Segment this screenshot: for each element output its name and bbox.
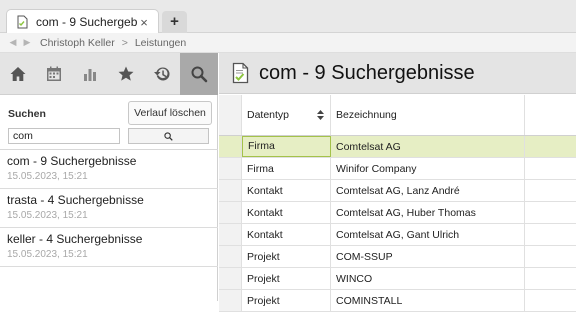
history-icon	[154, 67, 170, 81]
calendar-icon	[47, 66, 61, 81]
history-item[interactable]: com - 9 Suchergebnisse 15.05.2023, 15:21	[0, 150, 218, 189]
row-gutter	[219, 246, 242, 267]
left-panel: Suchen Verlauf löschen com com - 9 Suche…	[0, 53, 218, 301]
table-row[interactable]: Kontakt Comtelsat AG, Gant Ulrich	[219, 224, 576, 246]
tab-search-results[interactable]: com - 9 Suchergebnisse ×	[6, 9, 159, 34]
home-icon	[10, 67, 26, 81]
cell-datentyp[interactable]: Kontakt	[242, 202, 331, 223]
breadcrumb-item[interactable]: Christoph Keller	[40, 37, 115, 49]
table-body: Firma Comtelsat AG Firma Winifor Company Kon…	[219, 136, 576, 312]
cell-bezeichnung[interactable]: Comtelsat AG, Huber Thomas	[331, 202, 525, 223]
cell-datentyp[interactable]: Firma	[242, 158, 331, 179]
table-header: Datentyp Bezeichnung	[219, 95, 576, 136]
home-button[interactable]	[0, 53, 36, 95]
table-row[interactable]: Projekt WINCO	[219, 268, 576, 290]
back-icon[interactable]: ◀	[6, 37, 20, 48]
chart-icon	[84, 69, 96, 81]
table-row[interactable]: Projekt COMINSTALL	[219, 290, 576, 312]
column-header-bezeichnung[interactable]: Bezeichnung	[331, 95, 525, 135]
cell-filler	[525, 136, 576, 157]
table-row[interactable]: Kontakt Comtelsat AG, Huber Thomas	[219, 202, 576, 224]
cell-filler	[525, 158, 576, 179]
toolbar	[0, 53, 218, 95]
cell-bezeichnung[interactable]: Winifor Company	[331, 158, 525, 179]
close-icon[interactable]: ×	[138, 15, 150, 30]
cell-bezeichnung[interactable]: Comtelsat AG, Gant Ulrich	[331, 224, 525, 245]
document-icon	[17, 15, 28, 29]
search-label: Suchen	[8, 108, 46, 120]
cell-bezeichnung[interactable]: Comtelsat AG, Lanz André	[331, 180, 525, 201]
cell-datentyp[interactable]: Kontakt	[242, 224, 331, 245]
search-input[interactable]: com	[8, 128, 120, 144]
history-item-date: 15.05.2023, 15:21	[7, 249, 88, 260]
cell-filler	[525, 268, 576, 289]
cell-filler	[525, 224, 576, 245]
row-gutter	[219, 158, 242, 179]
tab-bar: com - 9 Suchergebnisse × +	[0, 0, 576, 34]
history-button[interactable]	[144, 53, 180, 95]
breadcrumb-separator: >	[121, 36, 128, 49]
calendar-button[interactable]	[36, 53, 72, 95]
cell-bezeichnung[interactable]: Comtelsat AG	[331, 136, 525, 157]
cell-filler	[525, 202, 576, 223]
column-header-datentyp[interactable]: Datentyp	[242, 95, 331, 135]
results-table: Datentyp Bezeichnung Firma Comtelsat AG Fi…	[219, 95, 576, 312]
new-tab-button[interactable]: +	[162, 11, 187, 33]
tab-title: com - 9 Suchergebnisse	[36, 15, 138, 29]
cell-bezeichnung[interactable]: COM-SSUP	[331, 246, 525, 267]
forward-icon[interactable]: ▶	[20, 37, 34, 48]
cell-bezeichnung[interactable]: WINCO	[331, 268, 525, 289]
sort-icon[interactable]	[317, 110, 324, 120]
breadcrumb-item[interactable]: Leistungen	[135, 37, 186, 49]
cell-datentyp[interactable]: Kontakt	[242, 180, 331, 201]
document-icon	[232, 62, 249, 84]
column-header-label: Datentyp	[247, 108, 290, 121]
table-row[interactable]: Firma Comtelsat AG	[219, 136, 576, 158]
breadcrumb: ◀ ▶ Christoph Keller > Leistungen	[0, 33, 576, 53]
cell-datentyp[interactable]: Firma	[242, 136, 331, 157]
favorites-button[interactable]	[108, 53, 144, 95]
results-header: com - 9 Suchergebnisse	[219, 53, 576, 94]
magnifier-icon	[164, 131, 173, 141]
table-row[interactable]: Kontakt Comtelsat AG, Lanz André	[219, 180, 576, 202]
table-row[interactable]: Firma Winifor Company	[219, 158, 576, 180]
history-item[interactable]: keller - 4 Suchergebnisse 15.05.2023, 15…	[0, 228, 218, 267]
row-gutter	[219, 95, 242, 135]
statistics-button[interactable]	[72, 53, 108, 95]
row-gutter	[219, 268, 242, 289]
table-row[interactable]: Projekt COM-SSUP	[219, 246, 576, 268]
history-item-title: trasta - 4 Suchergebnisse	[7, 193, 144, 207]
column-filler	[525, 95, 576, 135]
history-item-date: 15.05.2023, 15:21	[7, 210, 88, 221]
history-item-title: keller - 4 Suchergebnisse	[7, 232, 143, 246]
cell-datentyp[interactable]: Projekt	[242, 268, 331, 289]
history-item[interactable]: trasta - 4 Suchergebnisse 15.05.2023, 15…	[0, 189, 218, 228]
search-button[interactable]	[128, 128, 209, 144]
cell-filler	[525, 246, 576, 267]
row-gutter	[219, 202, 242, 223]
row-gutter	[219, 224, 242, 245]
page-title: com - 9 Suchergebnisse	[259, 61, 475, 84]
row-gutter	[219, 180, 242, 201]
search-tool-button[interactable]	[180, 53, 218, 95]
search-icon	[191, 66, 208, 83]
cell-datentyp[interactable]: Projekt	[242, 246, 331, 267]
search-history-list: com - 9 Suchergebnisse 15.05.2023, 15:21…	[0, 149, 218, 267]
star-icon	[118, 66, 134, 81]
history-item-date: 15.05.2023, 15:21	[7, 171, 88, 182]
history-item-title: com - 9 Suchergebnisse	[7, 154, 137, 168]
clear-history-button[interactable]: Verlauf löschen	[128, 101, 212, 125]
cell-filler	[525, 180, 576, 201]
row-gutter	[219, 136, 242, 157]
results-panel: com - 9 Suchergebnisse Datentyp Bezeichn…	[219, 53, 576, 312]
